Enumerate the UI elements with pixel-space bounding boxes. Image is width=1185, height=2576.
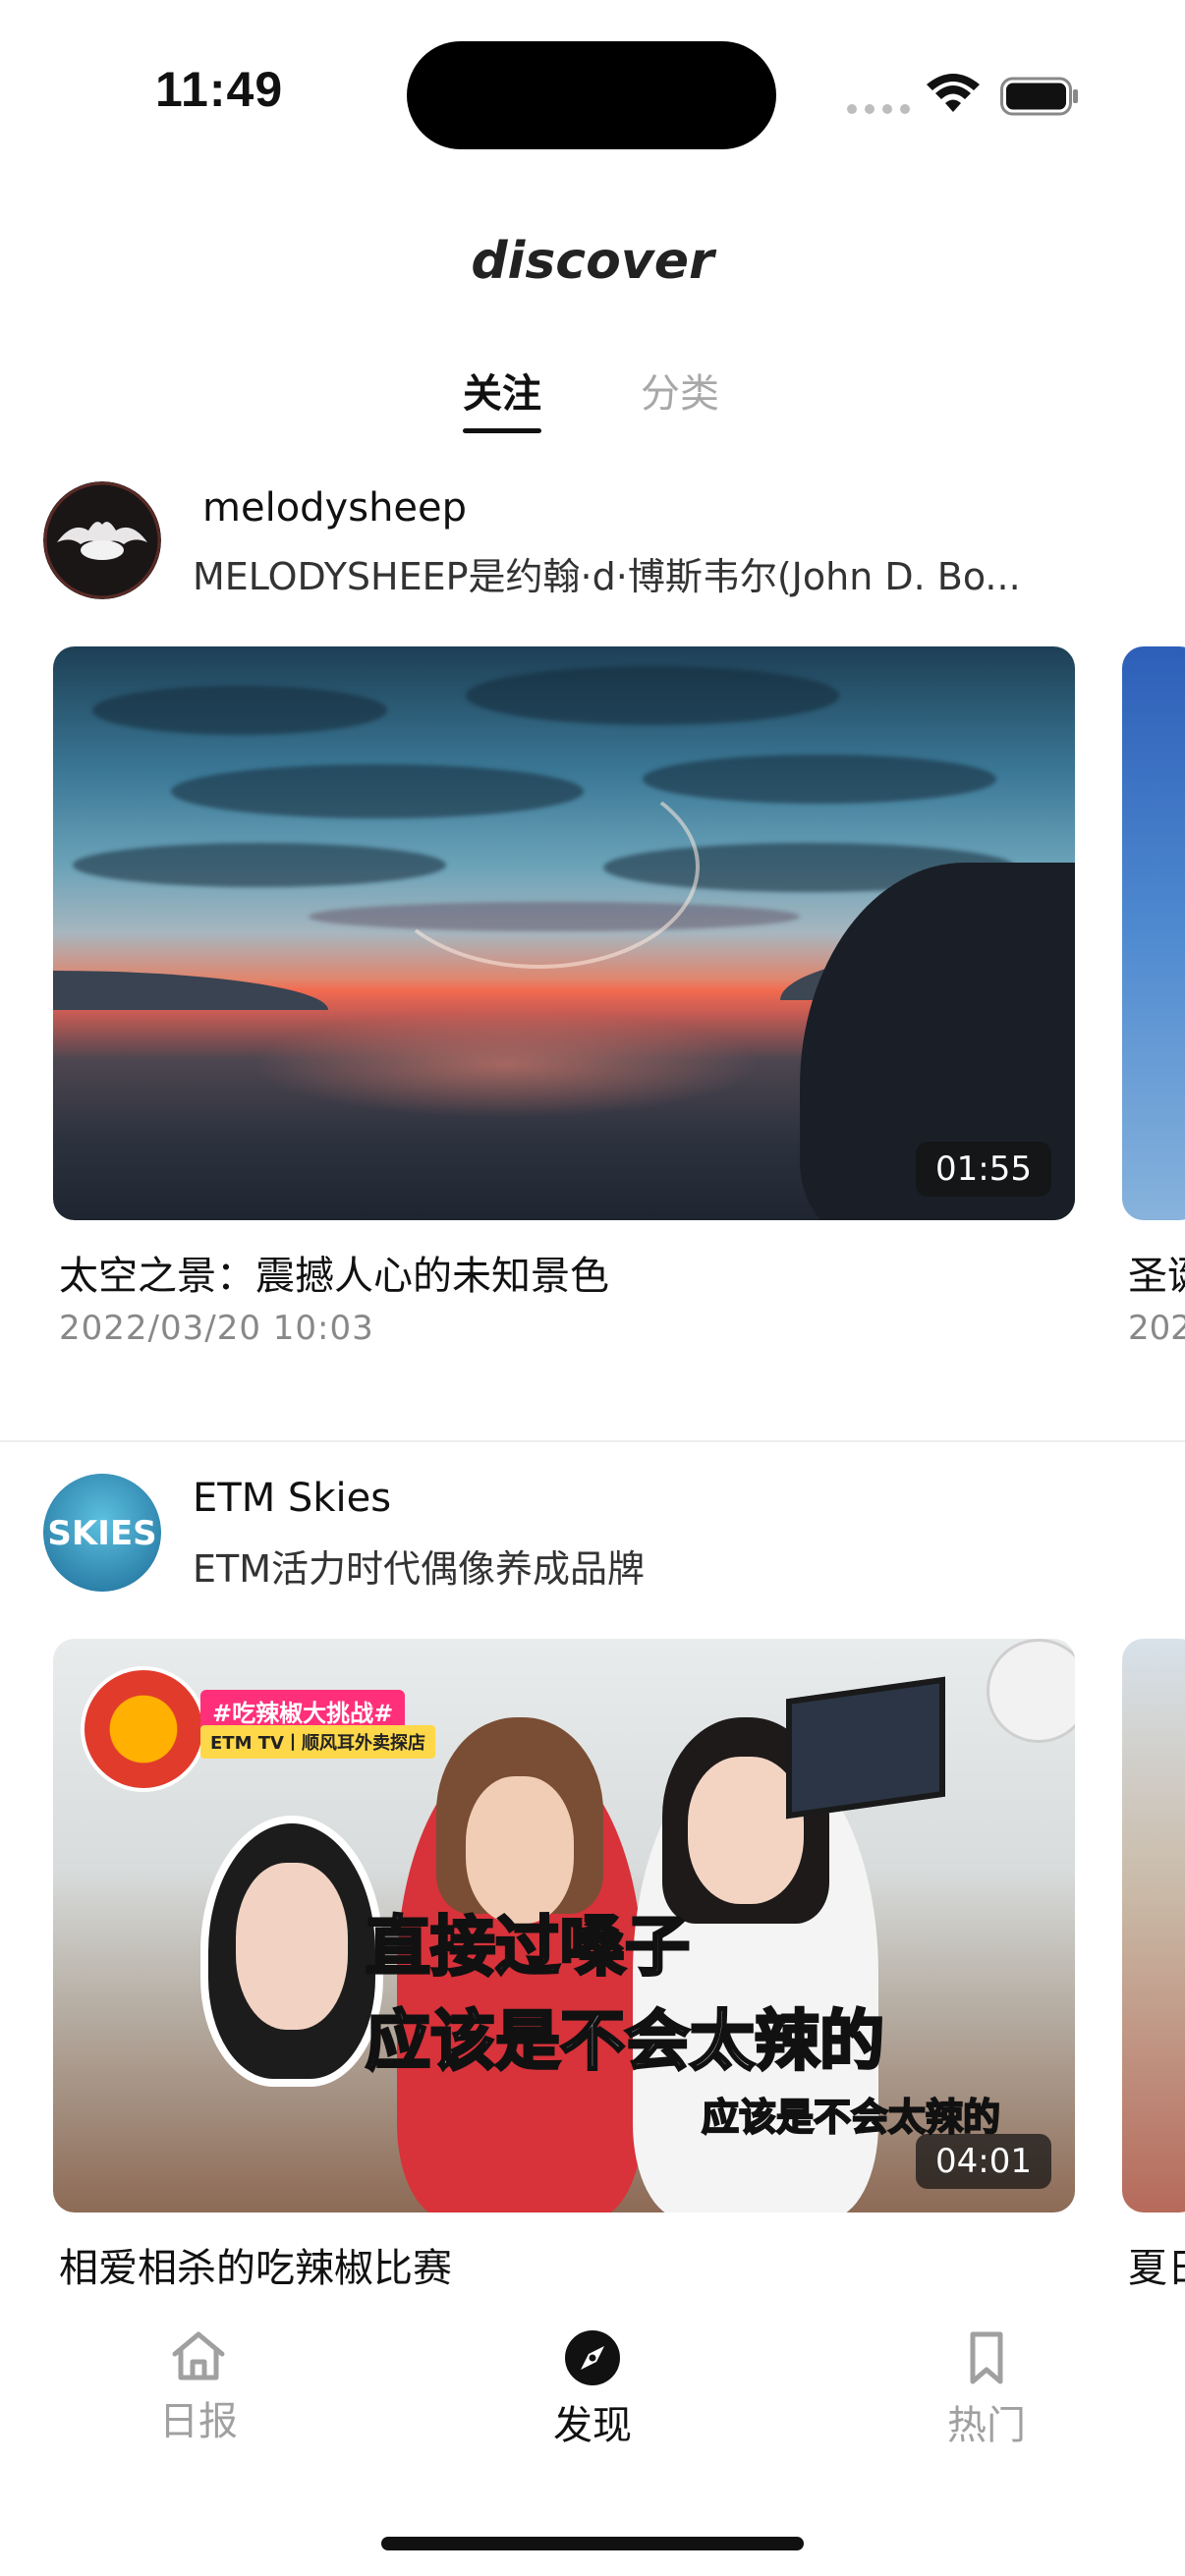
- status-time: 11:49: [155, 62, 284, 117]
- nav-item-hot[interactable]: 热门: [888, 2328, 1085, 2450]
- nav-label-daily: 日报: [159, 2399, 238, 2444]
- bottom-nav: 日报 发现 热门: [0, 2309, 1185, 2476]
- compass-icon: [565, 2330, 620, 2385]
- page-title: discover: [471, 232, 714, 291]
- cellular-signal-icon: [847, 104, 910, 114]
- video-title[interactable]: 相爱相杀的吃辣椒比赛: [59, 2236, 452, 2293]
- section-divider: [0, 1440, 1185, 1442]
- tab-category-label: 分类: [641, 371, 719, 417]
- avatar-text: SKIES: [47, 1514, 156, 1553]
- overlay-channel-badge: ETM TV丨顺风耳外卖探店: [200, 1725, 435, 1759]
- tab-category[interactable]: 分类: [641, 362, 719, 419]
- nav-item-daily[interactable]: 日报: [100, 2328, 297, 2446]
- video-card-peek[interactable]: [1122, 1639, 1185, 2212]
- subtitle-line-2: 应该是不会太辣的: [365, 2002, 886, 2081]
- battery-icon: [1000, 77, 1078, 116]
- author-avatar[interactable]: SKIES: [43, 1474, 161, 1592]
- video-card[interactable]: 01:55: [53, 646, 1075, 1220]
- video-date: 2022/03/20 10:03: [59, 1309, 374, 1348]
- sticker-face: [200, 1816, 383, 2087]
- subtitle-small: 应该是不会太辣的: [701, 2095, 1001, 2140]
- author-name[interactable]: melodysheep: [202, 485, 467, 531]
- nav-item-discover[interactable]: 发现: [494, 2328, 691, 2450]
- dynamic-island: [407, 41, 776, 149]
- video-title-peek[interactable]: 圣诞: [1128, 1244, 1185, 1301]
- nav-label-hot: 热门: [947, 2403, 1026, 2448]
- video-date-peek: 202: [1128, 1309, 1185, 1348]
- author-description: MELODYSHEEP是约翰·d·博斯韦尔(John D. Bo...: [193, 555, 1021, 598]
- author-description: ETM活力时代偶像养成品牌: [193, 1547, 646, 1591]
- home-icon: [172, 2331, 225, 2380]
- tab-follow[interactable]: 关注: [463, 362, 541, 433]
- video-thumbnail: [53, 646, 1075, 1220]
- bookmark-icon: [970, 2331, 1003, 2384]
- video-card[interactable]: #吃辣椒大挑战# ETM TV丨顺风耳外卖探店 直接过嗓子 应该是不会太辣的 应…: [53, 1639, 1075, 2212]
- wifi-icon: [927, 74, 980, 112]
- tab-follow-label: 关注: [463, 371, 541, 417]
- tab-bar: 关注 分类: [0, 362, 1185, 440]
- show-logo: [81, 1666, 206, 1792]
- video-title-peek[interactable]: 夏日: [1128, 2236, 1185, 2293]
- video-duration: 04:01: [916, 2134, 1051, 2189]
- author-avatar[interactable]: [43, 481, 161, 599]
- subtitle-line-1: 直接过嗓子: [365, 1908, 692, 1987]
- video-title[interactable]: 太空之景：震撼人心的未知景色: [59, 1244, 609, 1301]
- video-thumbnail: #吃辣椒大挑战# ETM TV丨顺风耳外卖探店 直接过嗓子 应该是不会太辣的 应…: [53, 1639, 1075, 2212]
- video-duration: 01:55: [916, 1142, 1051, 1197]
- home-indicator[interactable]: [381, 2537, 804, 2550]
- tab-active-indicator: [463, 428, 541, 433]
- author-name[interactable]: ETM Skies: [193, 1476, 391, 1521]
- video-card-peek[interactable]: [1122, 646, 1185, 1220]
- nav-label-discover: 发现: [553, 2403, 632, 2448]
